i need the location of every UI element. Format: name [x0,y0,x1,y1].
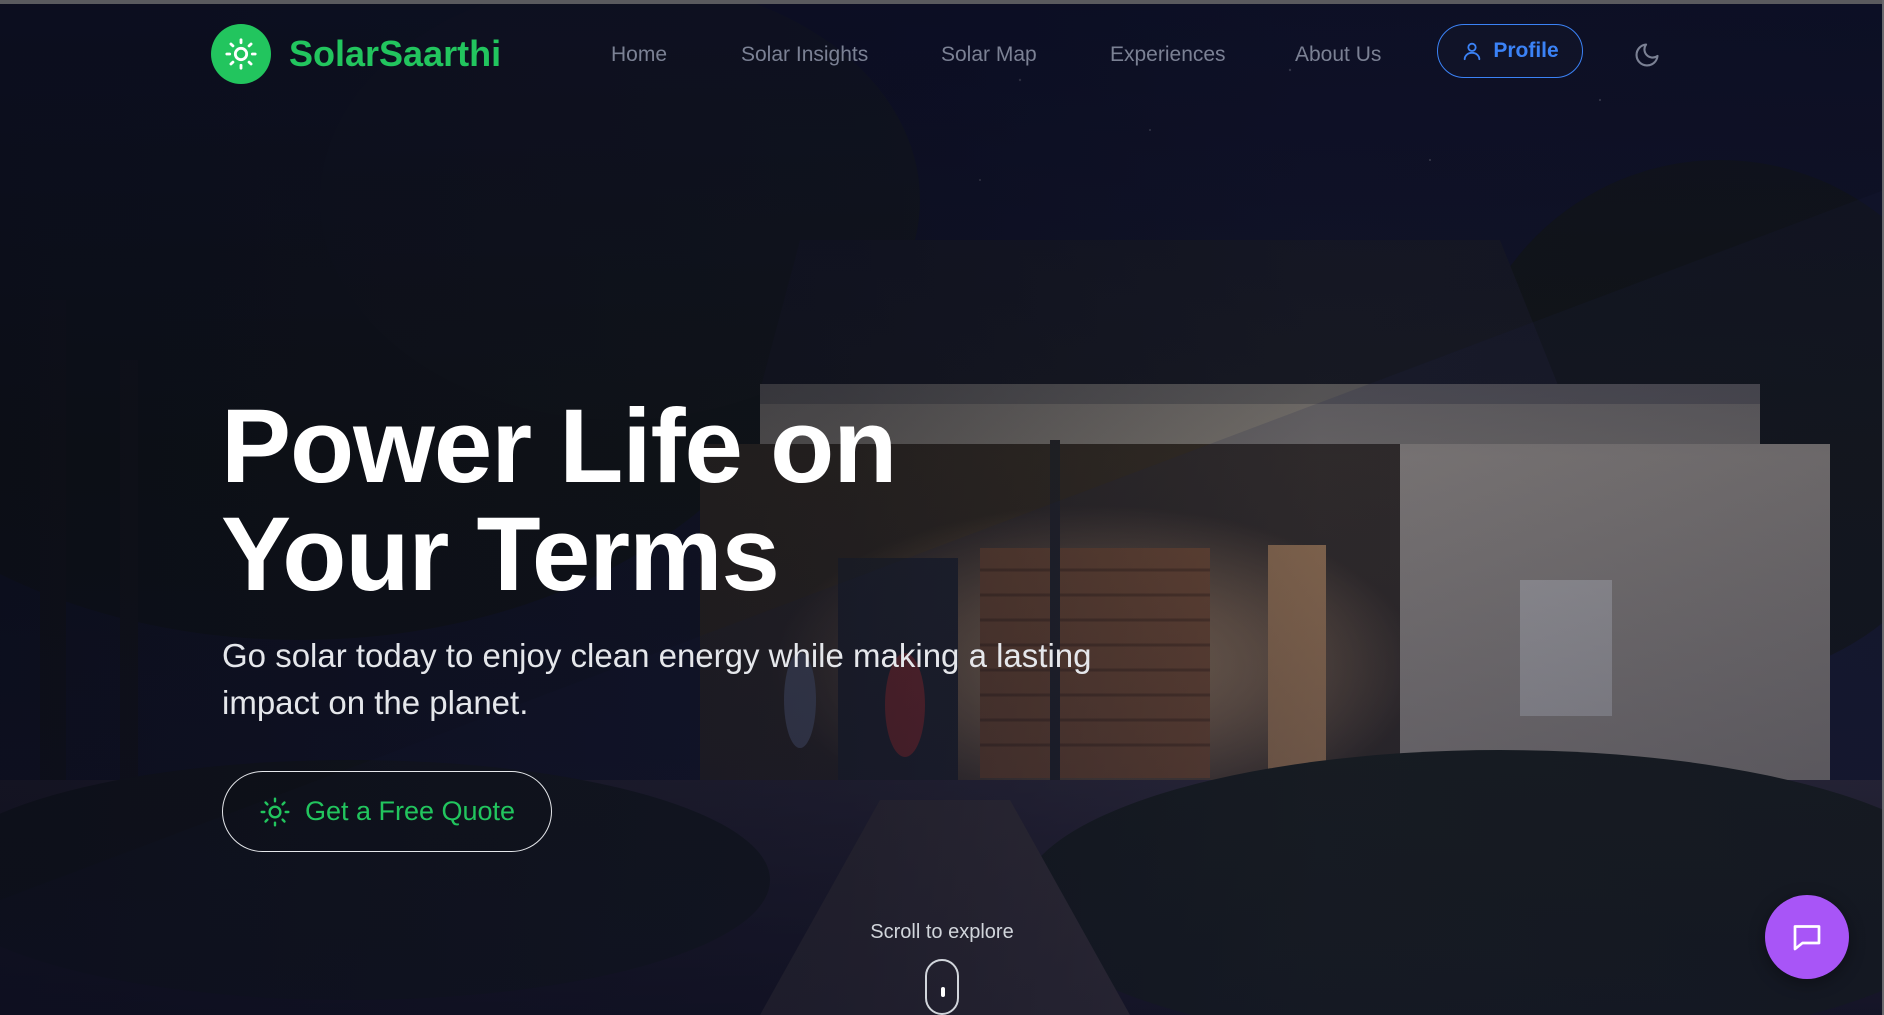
chat-button[interactable] [1765,895,1849,979]
get-free-quote-button[interactable]: Get a Free Quote [222,771,552,852]
hero-subtitle-line-2: impact on the planet. [222,684,529,721]
nav-link-experiences[interactable]: Experiences [1110,42,1226,68]
logo-badge[interactable] [211,24,271,84]
window-top-border [0,0,1884,4]
hero-subtitle-line-1: Go solar today to enjoy clean energy whi… [222,637,1092,674]
get-free-quote-label: Get a Free Quote [304,796,516,826]
scroll-to-explore-label: Scroll to explore [870,921,1014,943]
mouse-icon[interactable] [925,959,959,1015]
nav-link-about-us[interactable]: About Us [1295,42,1381,68]
brand-name[interactable]: SolarSaarthi [289,34,501,74]
theme-toggle-button[interactable] [1632,40,1662,70]
nav-link-solar-map[interactable]: Solar Map [941,42,1037,68]
profile-label: Profile [1493,39,1559,62]
hero-title-line-2: Your Terms [221,496,780,613]
hero-title: Power Life on Your Terms [221,393,1021,609]
hero-title-line-1: Power Life on [221,388,897,505]
nav-link-home[interactable]: Home [611,42,667,68]
nav-link-solar-insights[interactable]: Solar Insights [741,42,868,68]
profile-button[interactable]: Profile [1437,24,1583,78]
chat-bubble-icon [1793,925,1821,951]
landing-page: SolarSaarthi Home Solar Insights Solar M… [0,0,1884,1015]
moon-icon [1635,43,1659,67]
hero-subtitle: Go solar today to enjoy clean energy whi… [222,632,1222,726]
sun-icon [260,796,290,827]
top-navigation: SolarSaarthi Home Solar Insights Solar M… [0,4,1884,102]
user-icon [1464,42,1481,61]
mouse-wheel [941,987,945,997]
sun-icon [225,38,257,70]
